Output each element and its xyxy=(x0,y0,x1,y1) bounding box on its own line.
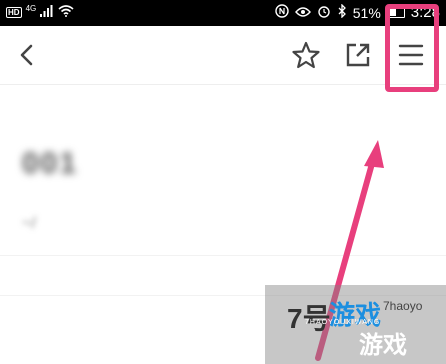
watermark-logo: 7号 游戏 7haoyo 7HAOYOUXIWANG 游戏 xyxy=(265,285,446,364)
watermark-text-bottom: 游戏 xyxy=(359,332,407,359)
status-bar: HD 4G 51% 3:28 xyxy=(0,0,446,26)
wifi-icon xyxy=(58,4,74,20)
nfc-icon xyxy=(275,4,289,21)
bluetooth-icon xyxy=(337,3,347,21)
watermark-number: 7号 xyxy=(287,303,331,334)
back-button[interactable] xyxy=(8,36,46,74)
alarm-icon xyxy=(317,4,331,21)
watermark-url: 7haoyo xyxy=(383,299,423,313)
hd-badge: HD xyxy=(6,6,22,18)
eye-icon xyxy=(294,5,311,21)
divider xyxy=(0,255,446,256)
signal-icon xyxy=(40,4,54,20)
back-icon xyxy=(20,44,33,66)
share-icon xyxy=(346,43,370,67)
bookmark-button[interactable] xyxy=(287,36,325,74)
status-left: HD 4G xyxy=(6,4,74,20)
blurred-title: 001 xyxy=(22,147,79,180)
blurred-subtitle: ~/ xyxy=(22,215,36,232)
menu-highlight-box xyxy=(385,4,439,92)
battery-percent: 51% xyxy=(352,4,381,21)
share-button[interactable] xyxy=(339,36,377,74)
star-icon xyxy=(292,41,320,69)
network-type: 4G xyxy=(25,3,37,13)
browser-toolbar xyxy=(0,26,446,85)
